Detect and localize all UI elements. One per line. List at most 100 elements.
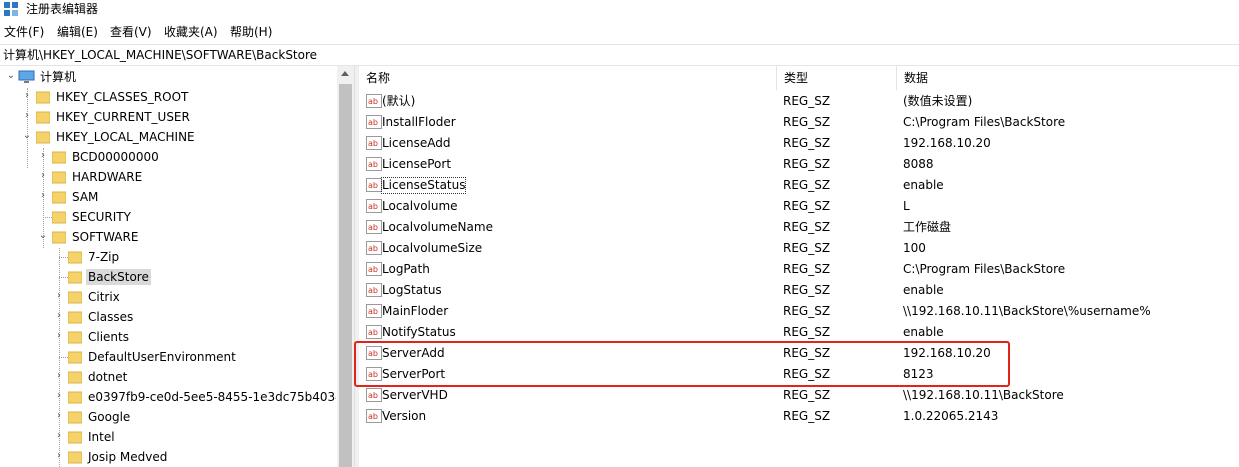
tree-node-clients[interactable]: › Clients: [0, 327, 336, 347]
tree-node-sam[interactable]: › SAM: [0, 187, 336, 207]
tree-scrollbar[interactable]: [337, 66, 354, 467]
svg-text:ab: ab: [368, 412, 378, 421]
chevron-right-icon[interactable]: ›: [54, 451, 64, 461]
tree-node-classes[interactable]: › Classes: [0, 307, 336, 327]
value-data: L: [903, 199, 910, 213]
value-data: enable: [903, 325, 944, 339]
folder-icon: [68, 311, 82, 324]
value-name: LicenseAdd: [382, 136, 451, 150]
string-value-icon: ab: [366, 94, 382, 108]
svg-text:ab: ab: [368, 202, 378, 211]
chevron-right-icon[interactable]: ›: [38, 151, 48, 161]
tree-node-computer[interactable]: ⌄ 计算机: [0, 67, 336, 87]
tree-node-security[interactable]: SECURITY: [0, 207, 336, 227]
annotation-highlight-box: [354, 341, 1010, 387]
chevron-right-icon[interactable]: ›: [38, 171, 48, 181]
value-type: REG_SZ: [783, 115, 831, 129]
column-header-type[interactable]: 类型: [776, 66, 897, 90]
svg-text:ab: ab: [368, 223, 378, 232]
table-row[interactable]: ab LocalvolumeSize REG_SZ 100: [358, 238, 1239, 259]
chevron-down-icon[interactable]: ⌄: [22, 131, 32, 141]
table-row[interactable]: ab LicenseAdd REG_SZ 192.168.10.20: [358, 133, 1239, 154]
tree-node-guid[interactable]: › e0397fb9-ce0d-5ee5-8455-1e3dc75b4034: [0, 387, 336, 407]
table-row[interactable]: ab NotifyStatus REG_SZ enable: [358, 322, 1239, 343]
tree-node-bcd[interactable]: › BCD00000000: [0, 147, 336, 167]
menu-help[interactable]: 帮助(H): [230, 24, 272, 40]
value-data: \\192.168.10.11\BackStore: [903, 388, 1064, 402]
value-name: Version: [382, 409, 427, 423]
window-title: 注册表编辑器: [26, 2, 99, 16]
svg-text:ab: ab: [368, 181, 378, 190]
tree-node-josip[interactable]: › Josip Medved: [0, 447, 336, 467]
folder-icon: [36, 111, 50, 124]
tree-node-defaultuserenv[interactable]: DefaultUserEnvironment: [0, 347, 336, 367]
tree-label: HKEY_CLASSES_ROOT: [56, 90, 189, 104]
svg-text:ab: ab: [368, 97, 378, 106]
tree-label: HARDWARE: [72, 170, 143, 184]
table-row[interactable]: ab Localvolume REG_SZ L: [358, 196, 1239, 217]
table-row[interactable]: ab MainFloder REG_SZ \\192.168.10.11\BackSt…: [358, 301, 1239, 322]
column-header-name[interactable]: 名称: [358, 66, 777, 90]
tree-label: Google: [88, 410, 131, 424]
tree-node-google[interactable]: › Google: [0, 407, 336, 427]
menu-favorites[interactable]: 收藏夹(A): [164, 24, 218, 40]
value-type: REG_SZ: [783, 409, 831, 423]
chevron-right-icon[interactable]: ›: [22, 91, 32, 101]
chevron-right-icon[interactable]: ›: [54, 371, 64, 381]
table-row[interactable]: ab (默认) REG_SZ (数值未设置): [358, 91, 1239, 112]
value-type: REG_SZ: [783, 157, 831, 171]
tree-label-computer: 计算机: [40, 70, 77, 84]
folder-icon: [52, 191, 66, 204]
tree-node-hkcu[interactable]: › HKEY_CURRENT_USER: [0, 107, 336, 127]
value-list-pane[interactable]: 名称 类型 数据 ab (默认) REG_SZ (数值未设置) ab InstallFlo…: [358, 66, 1239, 467]
value-data: 8088: [903, 157, 934, 171]
tree-label: HKEY_LOCAL_MACHINE: [56, 130, 195, 144]
menu-view[interactable]: 查看(V): [110, 24, 152, 40]
chevron-right-icon[interactable]: ›: [54, 391, 64, 401]
scroll-up-arrow-icon[interactable]: [341, 71, 349, 76]
table-row[interactable]: ab LicensePort REG_SZ 8088: [358, 154, 1239, 175]
value-data: 工作磁盘: [903, 220, 952, 234]
address-bar[interactable]: 计算机\HKEY_LOCAL_MACHINE\SOFTWARE\BackStor…: [0, 44, 1239, 66]
column-header-data[interactable]: 数据: [896, 66, 1239, 90]
chevron-down-icon[interactable]: ⌄: [6, 71, 16, 81]
menu-edit[interactable]: 编辑(E): [57, 24, 98, 40]
table-row[interactable]: ab LocalvolumeName REG_SZ 工作磁盘: [358, 217, 1239, 238]
tree-node-software[interactable]: ⌄ SOFTWARE: [0, 227, 336, 247]
tree-label: Intel: [88, 430, 115, 444]
value-type: REG_SZ: [783, 325, 831, 339]
folder-icon: [68, 451, 82, 464]
menu-file[interactable]: 文件(F): [4, 24, 44, 40]
scrollbar-thumb[interactable]: [339, 84, 352, 467]
tree-node-7zip[interactable]: 7-Zip: [0, 247, 336, 267]
chevron-right-icon[interactable]: ›: [22, 111, 32, 121]
tree-pane[interactable]: ⌄ 计算机 › HKEY_CLASSES_ROOT › HKEY_CURRENT…: [0, 66, 336, 467]
chevron-right-icon[interactable]: ›: [54, 431, 64, 441]
list-header: 名称 类型 数据: [358, 66, 1239, 90]
table-row[interactable]: ab ServerVHD REG_SZ \\192.168.10.11\BackSto…: [358, 385, 1239, 406]
table-row[interactable]: ab LicenseStatus REG_SZ enable: [358, 175, 1239, 196]
svg-text:ab: ab: [368, 391, 378, 400]
tree-node-citrix[interactable]: › Citrix: [0, 287, 336, 307]
table-row[interactable]: ab Version REG_SZ 1.0.22065.2143: [358, 406, 1239, 427]
tree-node-intel[interactable]: › Intel: [0, 427, 336, 447]
chevron-down-icon[interactable]: ⌄: [38, 231, 48, 241]
table-row[interactable]: ab LogPath REG_SZ C:\Program Files\BackStor…: [358, 259, 1239, 280]
table-row[interactable]: ab InstallFloder REG_SZ C:\Program Files\Ba…: [358, 112, 1239, 133]
address-path[interactable]: 计算机\HKEY_LOCAL_MACHINE\SOFTWARE\BackStor…: [3, 47, 317, 63]
chevron-right-icon[interactable]: ›: [38, 191, 48, 201]
chevron-right-icon[interactable]: ›: [54, 291, 64, 301]
string-value-icon: ab: [366, 283, 382, 297]
tree-node-backstore[interactable]: BackStore: [0, 267, 336, 287]
tree-node-hardware[interactable]: › HARDWARE: [0, 167, 336, 187]
menu-bar: 文件(F) 编辑(E) 查看(V) 收藏夹(A) 帮助(H): [0, 22, 1239, 42]
chevron-right-icon[interactable]: ›: [54, 411, 64, 421]
tree-node-hkcr[interactable]: › HKEY_CLASSES_ROOT: [0, 87, 336, 107]
table-row[interactable]: ab LogStatus REG_SZ enable: [358, 280, 1239, 301]
tree-node-dotnet[interactable]: › dotnet: [0, 367, 336, 387]
tree-node-hklm[interactable]: ⌄ HKEY_LOCAL_MACHINE: [0, 127, 336, 147]
tree-label: dotnet: [88, 370, 128, 384]
chevron-right-icon[interactable]: ›: [54, 331, 64, 341]
chevron-right-icon[interactable]: ›: [54, 311, 64, 321]
string-value-icon: ab: [366, 157, 382, 171]
